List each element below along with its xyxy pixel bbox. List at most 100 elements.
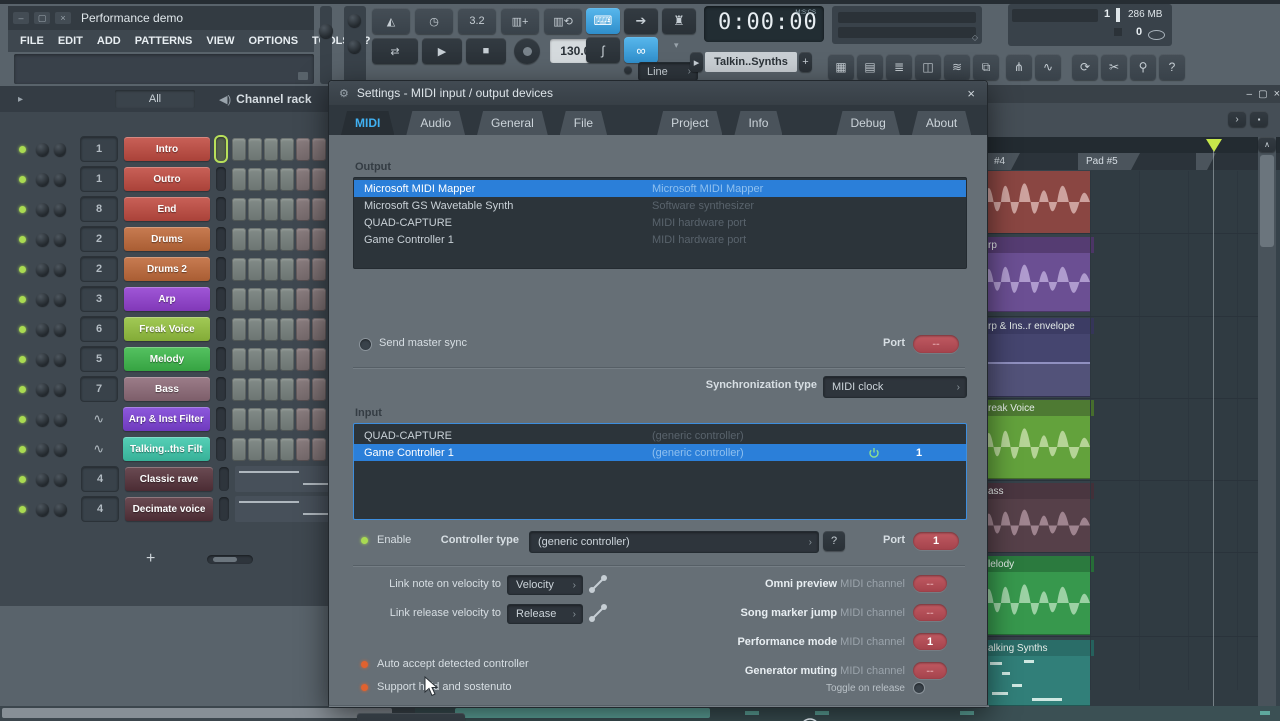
step-cell[interactable] — [280, 288, 294, 311]
clip-wave[interactable] — [984, 416, 1090, 479]
channel-led-icon[interactable] — [19, 236, 26, 243]
step-cell[interactable] — [312, 318, 326, 341]
step-cell[interactable] — [280, 198, 294, 221]
tab-file[interactable]: File — [560, 111, 607, 135]
timeline-marker[interactable]: Pad #5 — [1078, 153, 1140, 170]
pattern-song-toggle[interactable]: ⇄ — [372, 38, 418, 64]
channel-pan-knob[interactable] — [36, 353, 49, 366]
metronome-toggle[interactable]: ♜ — [662, 8, 696, 34]
step-cell[interactable] — [280, 138, 294, 161]
step-cell[interactable] — [312, 348, 326, 371]
controller-type-select[interactable]: (generic controller) › — [529, 531, 819, 553]
clip-wave[interactable] — [984, 572, 1090, 635]
step-cell[interactable] — [264, 198, 278, 221]
record-button[interactable] — [514, 38, 540, 64]
step-cell[interactable] — [232, 408, 246, 431]
channel-pan-knob[interactable] — [36, 323, 49, 336]
channel-led-icon[interactable] — [19, 146, 26, 153]
output-device-row[interactable]: Microsoft GS Wavetable SynthSoftware syn… — [354, 197, 966, 214]
close-icon[interactable]: × — [55, 12, 71, 24]
channel-mute-pill[interactable] — [216, 287, 226, 311]
channel-volume-knob[interactable] — [54, 143, 67, 156]
minimize-icon[interactable]: – — [13, 12, 29, 24]
step-cell[interactable] — [248, 378, 262, 401]
channel-button-bass[interactable]: Bass — [124, 377, 210, 401]
channel-target-track[interactable]: 2 — [80, 226, 117, 252]
rack-hscroll-thumb[interactable] — [213, 557, 237, 562]
cut-tool-button[interactable]: ✂ — [1101, 54, 1127, 80]
channel-mute-pill[interactable] — [216, 437, 226, 461]
step-cell[interactable] — [280, 348, 294, 371]
channel-led-icon[interactable] — [19, 416, 26, 423]
channel-mute-pill[interactable] — [216, 317, 226, 341]
volume-knob[interactable] — [319, 24, 333, 38]
step-cell[interactable] — [296, 228, 310, 251]
touch-controller-button[interactable]: ⋔ — [1006, 54, 1032, 80]
clip-wave[interactable] — [984, 171, 1090, 234]
channel-target-track[interactable]: 1 — [80, 166, 117, 192]
step-cell[interactable] — [296, 138, 310, 161]
step-cell[interactable] — [312, 408, 326, 431]
channel-rack-button[interactable]: ≣ — [886, 54, 912, 80]
clip-label[interactable]: rp — [984, 237, 1094, 253]
channel-volume-knob[interactable] — [54, 353, 67, 366]
channel-button-talking-ths-filt[interactable]: Talking..ths Filt — [123, 437, 210, 461]
step-cell[interactable] — [248, 168, 262, 191]
auto-accept-led-icon[interactable] — [361, 661, 368, 668]
midi-channel-pill-omni-preview[interactable]: -- — [913, 575, 947, 592]
input-device-row[interactable]: Game Controller 1(generic controller)1 — [354, 444, 966, 461]
step-cell[interactable] — [296, 168, 310, 191]
channel-volume-knob[interactable] — [54, 413, 67, 426]
channel-mute-pill[interactable] — [216, 257, 226, 281]
step-cell[interactable] — [296, 258, 310, 281]
step-cell[interactable] — [280, 228, 294, 251]
step-cell[interactable] — [248, 318, 262, 341]
midi-channel-pill-song-marker-jump[interactable]: -- — [913, 604, 947, 621]
channel-target-track[interactable]: 4 — [81, 496, 119, 522]
browser-button[interactable]: ◫ — [915, 54, 941, 80]
step-cell[interactable] — [264, 258, 278, 281]
time-display[interactable]: 0:00:00 M:S:CS — [704, 6, 824, 42]
channel-button-outro[interactable]: Outro — [124, 167, 210, 191]
help-button[interactable]: ? — [1159, 54, 1185, 80]
channel-pan-knob[interactable] — [36, 203, 49, 216]
clip-env[interactable] — [984, 334, 1090, 397]
step-cell[interactable] — [280, 408, 294, 431]
channel-volume-knob[interactable] — [54, 173, 67, 186]
menu-item-options[interactable]: OPTIONS — [249, 35, 299, 47]
channel-button-melody[interactable]: Melody — [124, 347, 210, 371]
step-cell[interactable] — [232, 348, 246, 371]
step-cell[interactable] — [296, 318, 310, 341]
tab-about[interactable]: About — [912, 111, 971, 135]
channel-target-track[interactable]: 3 — [80, 286, 117, 312]
play-button[interactable]: ▶ — [422, 38, 462, 64]
playlist-maximize-icon[interactable]: ▢ — [1258, 89, 1267, 100]
tap-tempo-button[interactable]: ◭ — [372, 8, 410, 34]
settings-titlebar[interactable]: ⚙ Settings - MIDI input / output devices… — [329, 81, 987, 105]
tab-midi[interactable]: MIDI — [341, 111, 394, 135]
tab-audio[interactable]: Audio — [406, 111, 465, 135]
channel-button-drums[interactable]: Drums — [124, 227, 210, 251]
plugin-picker-button[interactable]: ⧉ — [973, 54, 999, 80]
input-device-row[interactable]: QUAD-CAPTURE(generic controller) — [354, 427, 966, 444]
main-automation-knob[interactable] — [624, 66, 632, 74]
input-device-list[interactable]: QUAD-CAPTURE(generic controller)Game Con… — [353, 423, 967, 520]
step-cell[interactable] — [264, 168, 278, 191]
step-cell[interactable] — [264, 138, 278, 161]
channel-target-track[interactable]: 7 — [80, 376, 117, 402]
channel-target-track[interactable]: 4 — [81, 466, 119, 492]
step-cell[interactable] — [296, 348, 310, 371]
step-cell[interactable] — [264, 348, 278, 371]
channel-button-arp-inst-filter[interactable]: Arp & Inst Filter — [123, 407, 210, 431]
foot-pedal-button[interactable]: ∿ — [1035, 54, 1061, 80]
channel-led-icon[interactable] — [19, 356, 26, 363]
step-cell[interactable] — [248, 228, 262, 251]
rack-bottom-scroll-thumb[interactable] — [2, 708, 392, 718]
playlist-vscroll[interactable]: ∧ — [1258, 137, 1276, 706]
channel-pan-knob[interactable] — [36, 443, 49, 456]
channel-led-icon[interactable] — [19, 506, 26, 513]
playlist-button[interactable]: ▦ — [828, 54, 854, 80]
channel-mute-pill[interactable] — [216, 197, 226, 221]
maximize-icon[interactable]: ▢ — [34, 12, 50, 24]
main-pitch-knob[interactable] — [348, 14, 361, 27]
